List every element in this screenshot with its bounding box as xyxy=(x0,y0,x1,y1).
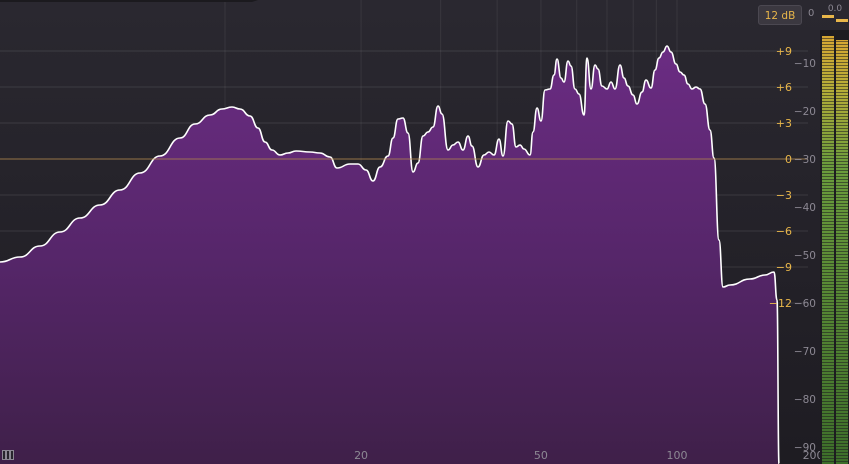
meter-bar-left-segments xyxy=(822,36,834,464)
frequency-tick-label: 100 xyxy=(667,449,688,462)
eq-gain-tick-label: −3 xyxy=(776,189,792,202)
eq-gain-tick-label: +9 xyxy=(776,45,792,58)
piano-icon[interactable] xyxy=(2,450,14,460)
peak-hold-left xyxy=(822,15,834,18)
eq-gain-tick-label: −12 xyxy=(769,297,792,310)
eq-gain-tick-label: +6 xyxy=(776,81,792,94)
eq-gain-tick-label: +3 xyxy=(776,117,792,130)
meter-peak-readout: 0.0 xyxy=(828,4,843,14)
top-left-panel-edge xyxy=(0,0,258,2)
level-tick-label: −20 xyxy=(794,106,816,118)
level-tick-label: −50 xyxy=(794,250,816,262)
eq-gain-tick-label: 0 xyxy=(785,153,792,166)
level-tick-label: −30 xyxy=(794,154,816,166)
level-meter: 0.0 xyxy=(820,4,849,464)
frequency-tick-label: 50 xyxy=(534,449,548,462)
level-scale-top-zero: 0 xyxy=(808,8,815,19)
frequency-tick-label: 20 xyxy=(354,449,368,462)
eq-gain-tick-label: −6 xyxy=(776,225,792,238)
level-tick-label: −70 xyxy=(794,346,816,358)
level-tick-label: −90 xyxy=(794,442,816,454)
display-range-button[interactable]: 12 dB xyxy=(758,5,802,25)
peak-hold-right xyxy=(836,19,848,22)
level-tick-label: −80 xyxy=(794,394,816,406)
spectrum-analyzer[interactable]: 20501002005001k2k5k10k20k +9+6+30−3−6−9−… xyxy=(0,0,849,464)
meter-bar-right-segments xyxy=(836,40,848,464)
eq-gain-tick-label: −9 xyxy=(776,261,792,274)
level-scale: −10 −20 −30 −40 −50 −60 −70 −80 −90 xyxy=(794,58,816,454)
level-tick-label: −10 xyxy=(794,58,816,70)
level-tick-label: −40 xyxy=(794,202,816,214)
level-tick-label: −60 xyxy=(794,298,816,310)
